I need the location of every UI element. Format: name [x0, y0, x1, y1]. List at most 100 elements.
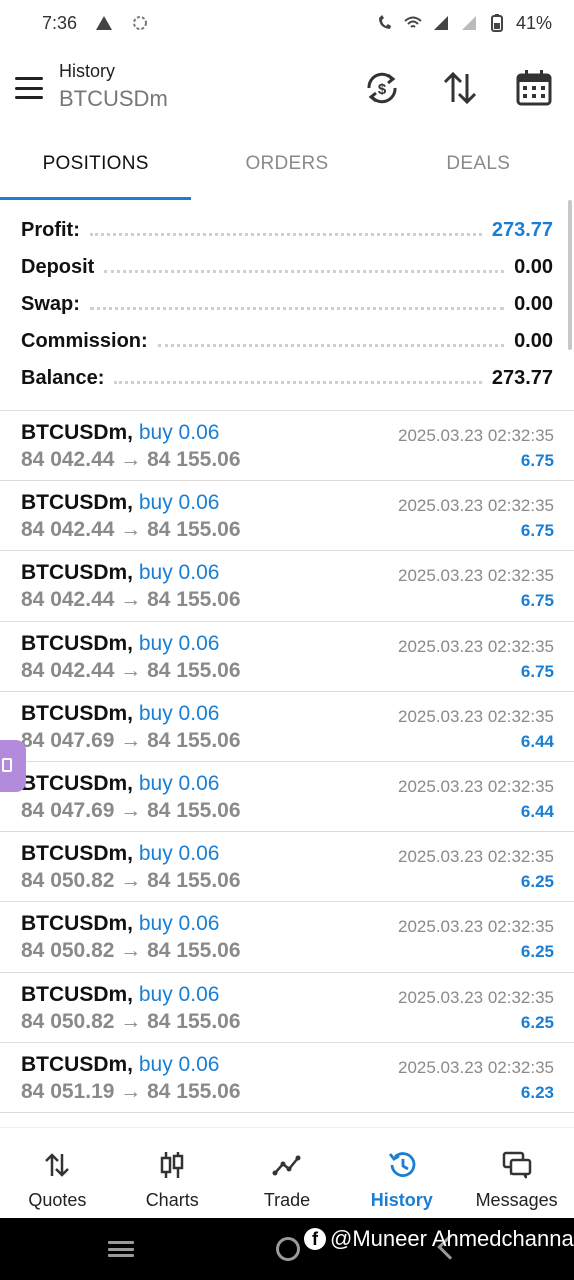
window-icon — [2, 758, 12, 772]
summary-panel: Profit: 273.77 Deposit 0.00 Swap: 0.00 C… — [0, 212, 574, 397]
row-symbol: BTCUSDm, — [21, 1052, 134, 1076]
trade-icon — [272, 1155, 301, 1176]
swap-row: Swap: 0.00 — [21, 286, 553, 323]
row-title: BTCUSDm, buy 0.06 — [21, 491, 219, 515]
page-title: BTCUSDm — [59, 86, 168, 111]
title-block: History BTCUSDm — [59, 60, 168, 116]
nav-label: Messages — [475, 1190, 558, 1210]
tab-orders[interactable]: ORDERS — [191, 142, 382, 200]
list-item[interactable]: BTCUSDm, buy 0.06 84 050.82 → 84 155.06 … — [0, 971, 574, 1042]
bottom-nav: Quotes Charts Trade History Messages — [0, 1128, 574, 1218]
row-side: buy 0.06 — [138, 631, 220, 655]
battery-percent: 41% — [515, 12, 552, 33]
wifi-icon — [404, 16, 422, 28]
row-title: BTCUSDm, buy 0.06 — [21, 702, 219, 726]
row-profit: 6.44 — [520, 731, 554, 751]
row-date: 2025.03.23 02:32:35 — [398, 496, 554, 516]
row-title: BTCUSDm, buy 0.06 — [21, 772, 219, 796]
list-item[interactable]: BTCUSDm, buy 0.06 84 042.44 → 84 155.06 … — [0, 410, 574, 480]
row-side: buy 0.06 — [138, 701, 220, 725]
currency-exchange-icon[interactable]: $ — [362, 68, 402, 108]
row-side: buy 0.06 — [138, 912, 220, 936]
page-subtitle: History — [59, 61, 116, 81]
row-date: 2025.03.23 02:32:35 — [398, 426, 554, 445]
tab-deals[interactable]: DEALS — [383, 142, 574, 200]
row-date: 2025.03.23 02:32:35 — [398, 917, 554, 937]
row-title: BTCUSDm, buy 0.06 — [21, 983, 219, 1007]
row-profit: 6.75 — [520, 591, 554, 611]
recent-apps-button[interactable] — [108, 1241, 134, 1257]
row-date: 2025.03.23 02:32:35 — [398, 776, 554, 796]
row-side: buy 0.06 — [138, 842, 220, 866]
row-side: buy 0.06 — [138, 561, 220, 585]
deposit-row: Deposit 0.00 — [21, 249, 553, 286]
list-item[interactable]: BTCUSDm, buy 0.06 84 047.69 → 84 155.06 … — [0, 760, 574, 831]
history-icon — [388, 1152, 416, 1177]
app-bar: History BTCUSDm $ — [0, 50, 574, 130]
balance-row: Balance: 273.77 — [21, 360, 553, 397]
sort-icon[interactable] — [440, 68, 480, 108]
nav-history[interactable]: History — [344, 1128, 459, 1218]
row-symbol: BTCUSDm, — [21, 912, 134, 936]
row-symbol: BTCUSDm, — [21, 631, 134, 655]
status-time: 7:36 — [42, 12, 78, 33]
row-title: BTCUSDm, buy 0.06 — [21, 912, 219, 936]
row-title: BTCUSDm, buy 0.06 — [21, 842, 219, 866]
list-item[interactable]: BTCUSDm, buy 0.06 84 042.44 → 84 155.06 … — [0, 550, 574, 620]
floating-side-tab[interactable] — [0, 740, 26, 792]
tab-bar: POSITIONS ORDERS DEALS — [0, 142, 574, 200]
dot-leader — [89, 233, 482, 236]
tab-positions[interactable]: POSITIONS — [0, 142, 192, 200]
dot-leader — [114, 381, 482, 384]
calendar-icon[interactable] — [514, 68, 554, 108]
nav-label: Trade — [263, 1190, 311, 1210]
list-item[interactable]: BTCUSDm, buy 0.06 84 050.82 → 84 155.06 … — [0, 901, 574, 971]
row-symbol: BTCUSDm, — [21, 701, 134, 725]
list-item[interactable]: BTCUSDm, buy 0.06 84 042.44 → 84 155.06 … — [0, 480, 574, 550]
charts-icon — [160, 1152, 184, 1178]
list-item[interactable]: BTCUSDm, buy 0.06 84 051.19 → 84 155.06 … — [0, 1041, 574, 1112]
profit-label: Profit: — [21, 219, 80, 241]
home-button[interactable] — [276, 1237, 300, 1261]
row-side: buy 0.06 — [138, 982, 220, 1006]
list-item[interactable]: BTCUSDm, buy 0.06 84 050.82 → 84 155.06 … — [0, 831, 574, 901]
list-item[interactable]: BTCUSDm, buy 0.06 84 047.69 → 84 155.06 … — [0, 690, 574, 761]
row-profit: 6.25 — [520, 872, 554, 892]
row-symbol: BTCUSDm, — [21, 561, 134, 585]
row-date: 2025.03.23 02:32:35 — [398, 1057, 554, 1077]
nav-messages[interactable]: Messages — [459, 1128, 574, 1218]
row-symbol: BTCUSDm, — [21, 491, 134, 515]
row-symbol: BTCUSDm, — [21, 842, 134, 866]
row-profit: 6.75 — [520, 451, 554, 470]
row-profit: 6.23 — [520, 1082, 554, 1102]
settings-icon — [133, 16, 148, 30]
profit-value: 273.77 — [491, 219, 553, 241]
messages-icon — [502, 1151, 531, 1179]
row-symbol: BTCUSDm, — [21, 982, 134, 1006]
status-bar: 7:36 41% — [0, 0, 574, 46]
watermark: f @Muneer Ahmedchanna — [304, 1226, 574, 1252]
svg-text:$: $ — [378, 81, 387, 98]
row-prices: 84 050.82 → 84 155.06 — [21, 1009, 241, 1033]
row-title: BTCUSDm, buy 0.06 — [21, 561, 219, 585]
row-date: 2025.03.23 02:32:35 — [398, 706, 554, 726]
nav-charts[interactable]: Charts — [115, 1128, 230, 1218]
row-title: BTCUSDm, buy 0.06 — [21, 632, 219, 656]
list-item[interactable]: BTCUSDm, buy 0.06 84 042.44 → 84 155.06 … — [0, 620, 574, 691]
row-prices: 84 047.69 → 84 155.06 — [21, 728, 241, 752]
row-title: BTCUSDm, buy 0.06 — [21, 1053, 219, 1077]
nav-quotes[interactable]: Quotes — [0, 1128, 115, 1218]
menu-button[interactable] — [14, 74, 44, 102]
row-prices: 84 042.44 → 84 155.06 — [21, 518, 241, 542]
battery-icon — [490, 14, 503, 32]
row-prices: 84 042.44 → 84 155.06 — [21, 588, 241, 612]
row-date: 2025.03.23 02:32:35 — [398, 566, 554, 586]
signal-icon — [433, 16, 448, 30]
row-prices: 84 047.69 → 84 155.06 — [21, 798, 241, 822]
profit-row: Profit: 273.77 — [21, 212, 553, 249]
nav-label: History — [370, 1190, 433, 1210]
nav-trade[interactable]: Trade — [230, 1128, 345, 1218]
quotes-icon — [45, 1153, 70, 1177]
row-prices: 84 042.44 → 84 155.06 — [21, 448, 241, 471]
row-profit: 6.25 — [520, 942, 554, 962]
